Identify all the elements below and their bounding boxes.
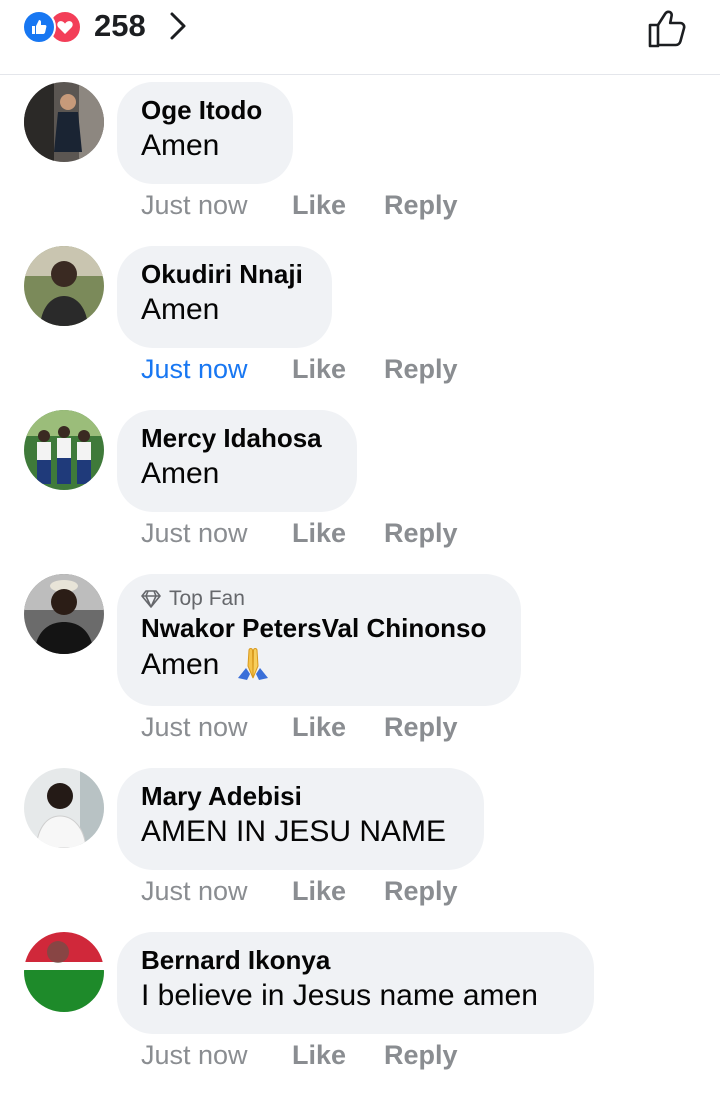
commenter-name[interactable]: Mercy Idahosa [141, 422, 333, 454]
comment-timestamp[interactable]: Just now [141, 516, 248, 550]
comment-text: Amen [141, 293, 220, 326]
reaction-summary[interactable] [22, 10, 90, 44]
like-button[interactable]: Like [292, 516, 346, 550]
like-icon [22, 10, 56, 44]
commenter-name[interactable]: Okudiri Nnaji [141, 258, 308, 290]
comment-timestamp[interactable]: Just now [141, 352, 248, 386]
reply-button[interactable]: Reply [384, 516, 458, 550]
avatar[interactable] [24, 574, 104, 654]
commenter-name[interactable]: Mary Adebisi [141, 780, 460, 812]
reply-button[interactable]: Reply [384, 710, 458, 744]
diamond-icon [141, 590, 161, 608]
reply-button[interactable]: Reply [384, 1038, 458, 1072]
like-button[interactable]: Like [292, 874, 346, 908]
avatar[interactable] [24, 410, 104, 490]
comment-timestamp[interactable]: Just now [141, 1038, 248, 1072]
comment-bubble: Okudiri Nnaji Amen [117, 246, 332, 348]
comment-bubble: Oge Itodo Amen [117, 82, 293, 184]
top-fan-badge: Top Fan [141, 586, 497, 612]
comment-text: Amen [141, 648, 220, 681]
like-button[interactable]: Like [292, 352, 346, 386]
thumbs-up-outline-icon[interactable] [646, 6, 690, 50]
reply-button[interactable]: Reply [384, 352, 458, 386]
comment-text-row: Amen [141, 644, 497, 685]
chevron-right-icon[interactable] [166, 8, 190, 44]
comment-timestamp[interactable]: Just now [141, 188, 248, 222]
commenter-name[interactable]: Nwakor PetersVal Chinonso [141, 612, 497, 644]
commenter-name[interactable]: Bernard Ikonya [141, 944, 570, 976]
avatar[interactable] [24, 246, 104, 326]
top-fan-label: Top Fan [169, 587, 245, 610]
commenter-name[interactable]: Oge Itodo [141, 94, 269, 126]
comment-text: I believe in Jesus name amen [141, 979, 538, 1012]
avatar[interactable] [24, 768, 104, 848]
comment-text: AMEN IN JESU NAME [141, 815, 447, 848]
reactions-header: 258 [0, 0, 720, 75]
comment-timestamp[interactable]: Just now [141, 874, 248, 908]
comment-bubble: Top Fan Nwakor PetersVal Chinonso Amen [117, 574, 521, 706]
comment-text: Amen [141, 129, 220, 162]
avatar[interactable] [24, 82, 104, 162]
comment-bubble: Mercy Idahosa Amen [117, 410, 357, 512]
like-button[interactable]: Like [292, 710, 346, 744]
reply-button[interactable]: Reply [384, 188, 458, 222]
comment-text: Amen [141, 457, 220, 490]
comment-bubble: Mary Adebisi AMEN IN JESU NAME [117, 768, 484, 870]
like-button[interactable]: Like [292, 188, 346, 222]
praying-hands-emoji [237, 648, 268, 680]
comment-timestamp[interactable]: Just now [141, 710, 248, 744]
reply-button[interactable]: Reply [384, 874, 458, 908]
comment-bubble: Bernard Ikonya I believe in Jesus name a… [117, 932, 594, 1034]
avatar[interactable] [24, 932, 104, 1012]
reaction-count[interactable]: 258 [94, 8, 146, 44]
like-button[interactable]: Like [292, 1038, 346, 1072]
